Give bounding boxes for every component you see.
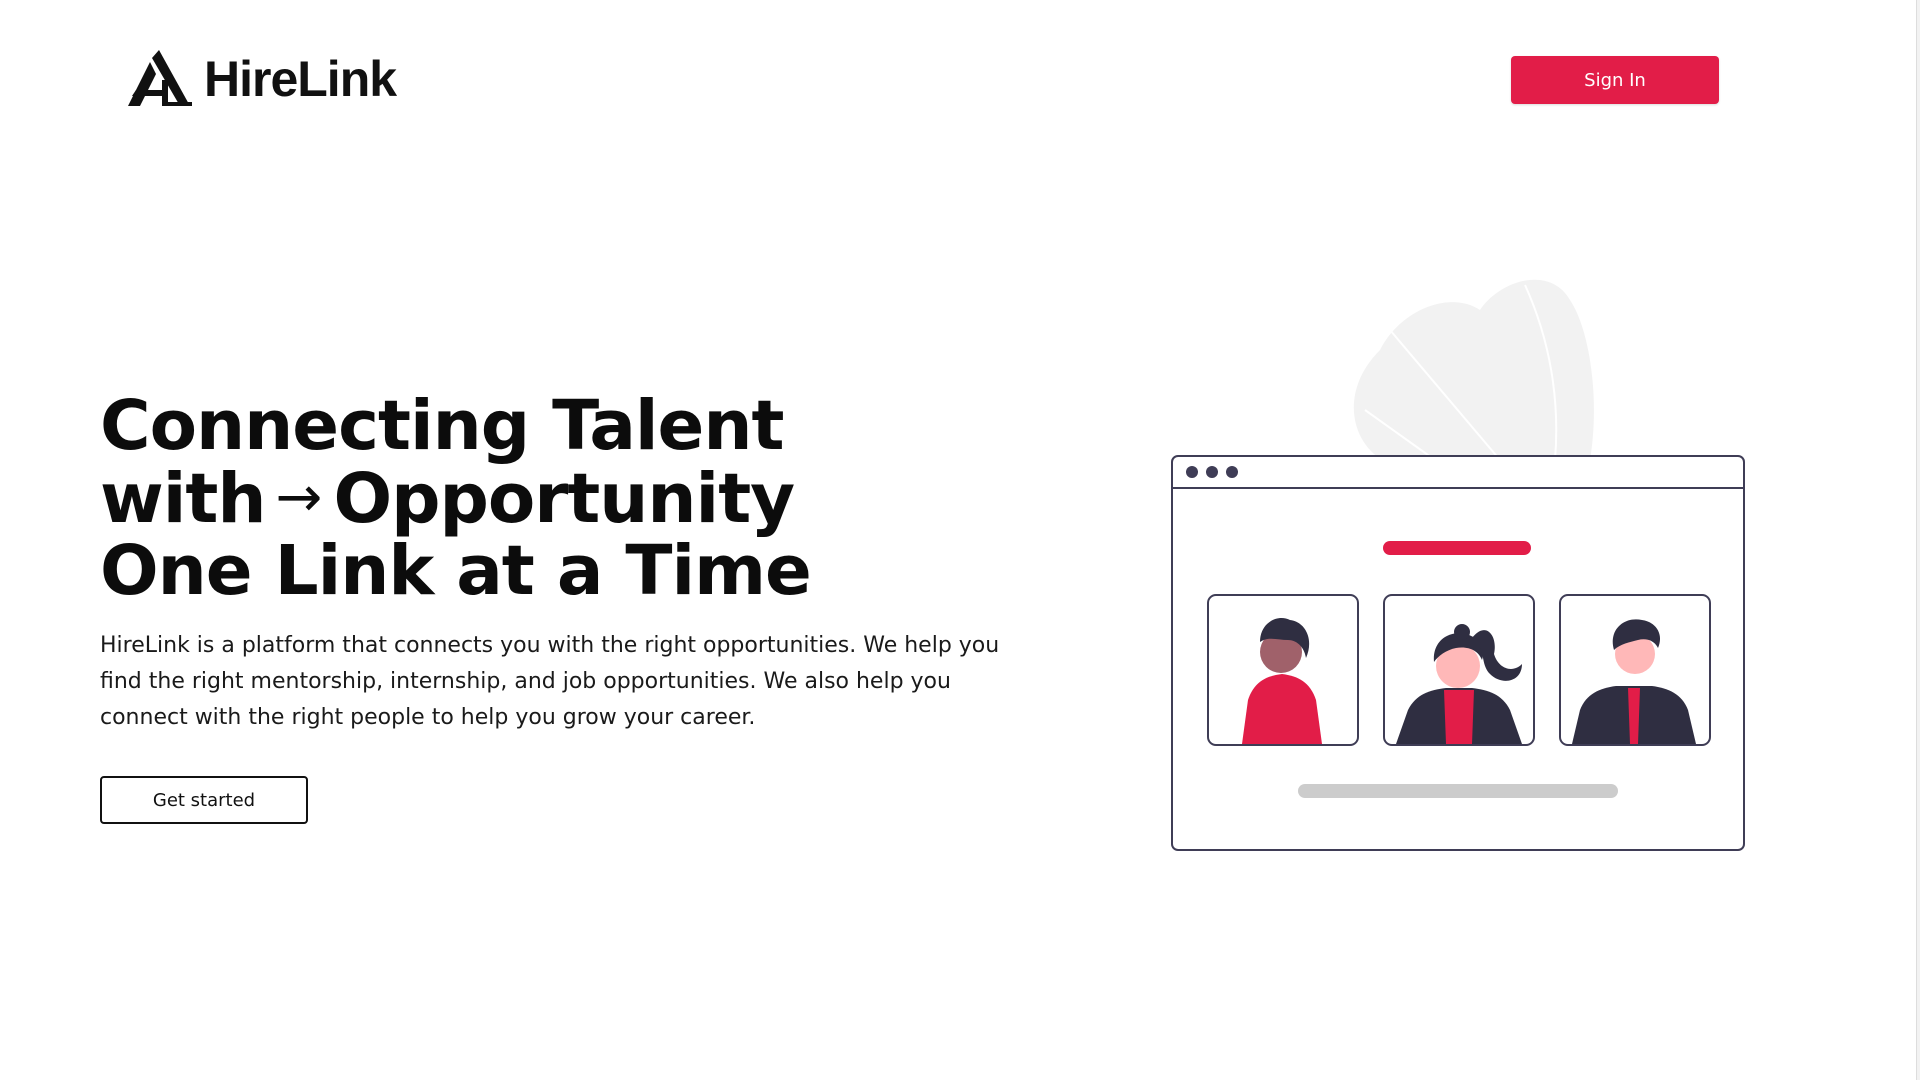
hero-title: Connecting Talent with → Opportunity One L…: [100, 386, 812, 611]
profile-card-2: [1383, 594, 1535, 746]
hirelink-logo-icon: [128, 50, 192, 106]
hero-title-opportunity: Opportunity: [333, 459, 795, 539]
hero-title-line-1: Connecting Talent: [100, 386, 784, 466]
brand-name: HireLink: [204, 51, 397, 107]
hero-description: HireLink is a platform that connects you…: [100, 633, 1000, 730]
hero-title-line-3: One Link at a Time: [100, 531, 812, 611]
landing-page: HireLink Sign In Connecting Talent with →…: [0, 0, 1920, 1080]
profile-card-3: [1559, 594, 1711, 746]
brand-link[interactable]: HireLink: [126, 50, 397, 108]
leaf-decoration: [1353, 279, 1594, 461]
hero-title-line-2: with → Opportunity: [100, 462, 811, 535]
hero-title-with: with: [100, 459, 267, 539]
window-dot-icon: [1186, 466, 1198, 478]
get-started-button[interactable]: Get started: [100, 776, 308, 824]
right-arrow-icon: →: [275, 465, 323, 530]
window-dot-icon: [1206, 466, 1218, 478]
people-browser-illustration: [1171, 279, 1745, 851]
page-scrollbar[interactable]: [1916, 0, 1920, 1080]
profile-card-1: [1207, 594, 1359, 746]
footer-bar-placeholder: [1298, 784, 1618, 798]
sign-in-button[interactable]: Sign In: [1511, 56, 1719, 104]
window-dot-icon: [1226, 466, 1238, 478]
header-bar-accent: [1383, 541, 1531, 555]
